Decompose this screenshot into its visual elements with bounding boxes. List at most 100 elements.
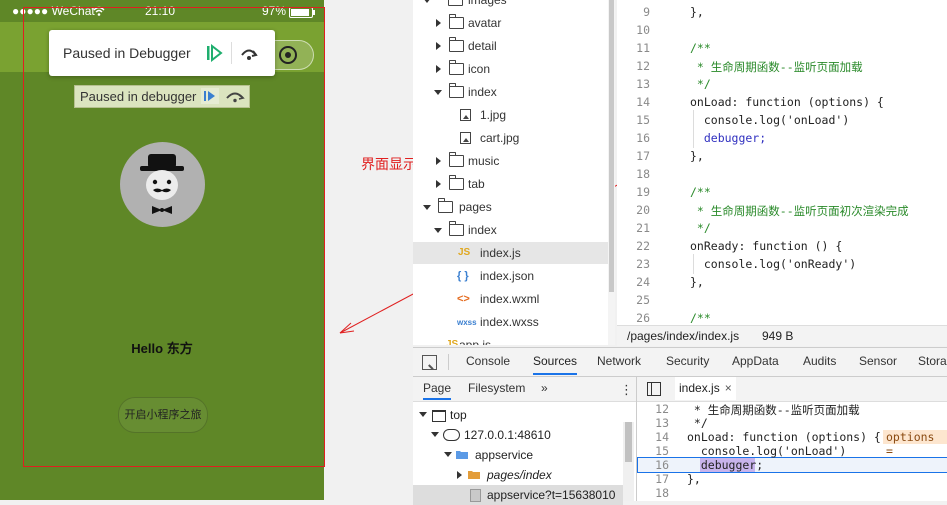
- source-tab-indexjs[interactable]: index.js ×: [675, 377, 736, 400]
- line-number: 15: [636, 113, 650, 127]
- inspect-element-icon[interactable]: [422, 355, 437, 370]
- wxss-file-icon: wxss: [457, 318, 477, 327]
- nav-item-host[interactable]: 127.0.0.1:48610: [413, 425, 623, 445]
- folder-icon: [468, 471, 480, 479]
- line-number: 21: [636, 221, 650, 235]
- tree-item-1jpg[interactable]: 1.jpg: [413, 104, 608, 126]
- source-file-tab-bar: index.js ×: [637, 377, 947, 402]
- chevron-right-icon[interactable]: [436, 19, 441, 27]
- line-number: 23: [636, 257, 650, 271]
- chevron-down-icon[interactable]: [423, 205, 431, 210]
- tree-item-appjs[interactable]: JS app.js: [413, 334, 608, 345]
- tab-page[interactable]: Page: [423, 377, 452, 400]
- nav-item-top[interactable]: top: [413, 405, 623, 425]
- tab-network[interactable]: Network: [597, 348, 641, 375]
- tree-item-tab[interactable]: tab: [413, 173, 608, 195]
- nav-item-label: 127.0.0.1:48610: [464, 428, 551, 442]
- code-line: onLoad: function (options) {: [690, 95, 884, 109]
- tree-item-label: pages: [459, 200, 492, 214]
- file-tree-scrollbar[interactable]: [608, 0, 615, 345]
- folder-icon: [449, 60, 464, 75]
- nav-item-label: top: [450, 408, 467, 422]
- tree-item-indexwxml[interactable]: <> index.wxml: [413, 288, 608, 310]
- folder-open-icon: [438, 198, 453, 213]
- nav-item-pages-index[interactable]: pages/index: [413, 465, 623, 485]
- tree-item-label: 1.jpg: [480, 108, 507, 122]
- tree-item-images[interactable]: images: [413, 0, 608, 11]
- line-number: 9: [643, 5, 650, 19]
- nav-item-appservice-file[interactable]: appservice?t=15638010: [413, 485, 623, 505]
- chevron-right-icon[interactable]: [436, 180, 441, 188]
- nav-item-label: pages/index: [487, 468, 552, 482]
- line-number: 14: [655, 430, 669, 444]
- scrollbar-thumb[interactable]: [625, 422, 632, 462]
- chevron-right-icon[interactable]: [436, 42, 441, 50]
- json-file-icon: { }: [457, 270, 469, 282]
- tab-console[interactable]: Console: [466, 348, 510, 375]
- chevron-right-icon[interactable]: [436, 65, 441, 73]
- kebab-menu-icon[interactable]: ⋮: [620, 382, 633, 398]
- code-line: */: [690, 77, 711, 91]
- tree-item-detail[interactable]: detail: [413, 35, 608, 57]
- folder-icon: [449, 175, 464, 190]
- tab-filesystem[interactable]: Filesystem: [468, 377, 525, 400]
- tree-item-images-index[interactable]: index: [413, 81, 608, 103]
- tab-storage[interactable]: Storag: [918, 348, 947, 375]
- tree-item-indexjson[interactable]: { } index.json: [413, 265, 608, 287]
- nav-item-label: appservice?t=15638010: [487, 488, 616, 502]
- sources-navigator: Page Filesystem » ⋮ top 127.0.0.1:48610 …: [413, 377, 637, 505]
- code-line: /**: [690, 185, 711, 199]
- line-number: 16: [636, 131, 650, 145]
- code-line: * 生命周期函数--监听页面初次渲染完成: [690, 204, 909, 218]
- tree-item-cartjpg[interactable]: cart.jpg: [413, 127, 608, 149]
- line-number: 13: [655, 416, 669, 430]
- tree-item-label: app.js: [459, 338, 492, 345]
- tree-item-avatar[interactable]: avatar: [413, 12, 608, 34]
- tab-audits[interactable]: Audits: [803, 348, 836, 375]
- more-tabs-button[interactable]: »: [541, 377, 548, 400]
- navigator-scrollbar[interactable]: [623, 422, 634, 501]
- tab-security[interactable]: Security: [666, 348, 709, 375]
- tab-appdata[interactable]: AppData: [732, 348, 779, 375]
- toggle-navigator-icon[interactable]: [647, 382, 661, 396]
- chevron-down-icon[interactable]: [434, 90, 442, 95]
- tree-item-indexjs[interactable]: JS index.js: [413, 242, 608, 264]
- folder-icon: [449, 152, 464, 167]
- line-number: 19: [636, 185, 650, 199]
- tree-item-icon[interactable]: icon: [413, 58, 608, 80]
- line-number: 13: [636, 77, 650, 91]
- paused-line-highlight: [637, 457, 947, 473]
- tab-sensor[interactable]: Sensor: [859, 348, 897, 375]
- code-line: },: [687, 472, 701, 486]
- code-line: onLoad: function (options) {: [687, 430, 881, 444]
- scrollbar-thumb[interactable]: [609, 0, 614, 292]
- chevron-right-icon[interactable]: [457, 471, 462, 479]
- code-line: /**: [690, 41, 711, 55]
- tab-sources[interactable]: Sources: [533, 348, 578, 375]
- tree-item-indexwxss[interactable]: wxss index.wxss: [413, 311, 608, 333]
- tree-item-label: index.js: [480, 246, 521, 260]
- editor-status-bar: /pages/index/index.js 949 B: [617, 325, 947, 346]
- chevron-down-icon[interactable]: [444, 452, 452, 457]
- line-number: 25: [636, 293, 650, 307]
- sources-code-view[interactable]: index.js × options = 12 * 生命周期函数--监听页面加载 …: [637, 377, 947, 501]
- tree-item-label: detail: [468, 39, 497, 53]
- line-number: 12: [655, 402, 669, 416]
- wxml-file-icon: <>: [457, 293, 470, 305]
- chevron-down-icon[interactable]: [434, 228, 442, 233]
- tree-item-music[interactable]: music: [413, 150, 608, 172]
- chevron-down-icon[interactable]: [423, 0, 431, 3]
- file-size: 949 B: [762, 329, 794, 343]
- chevron-down-icon[interactable]: [419, 412, 427, 417]
- chevron-right-icon[interactable]: [436, 157, 441, 165]
- chevron-down-icon[interactable]: [431, 432, 439, 437]
- nav-item-appservice[interactable]: appservice: [413, 445, 623, 465]
- image-file-icon: [460, 109, 471, 121]
- tree-item-label: index.wxss: [480, 315, 539, 329]
- close-icon[interactable]: ×: [725, 381, 732, 395]
- code-editor[interactable]: 9 }, 10 11 /** 12 * 生命周期函数--监听页面加载 13 */…: [617, 0, 947, 325]
- line-number: 24: [636, 275, 650, 289]
- line-number: 14: [636, 95, 650, 109]
- tree-item-pages-index[interactable]: index: [413, 219, 608, 241]
- tree-item-pages[interactable]: pages: [413, 196, 608, 218]
